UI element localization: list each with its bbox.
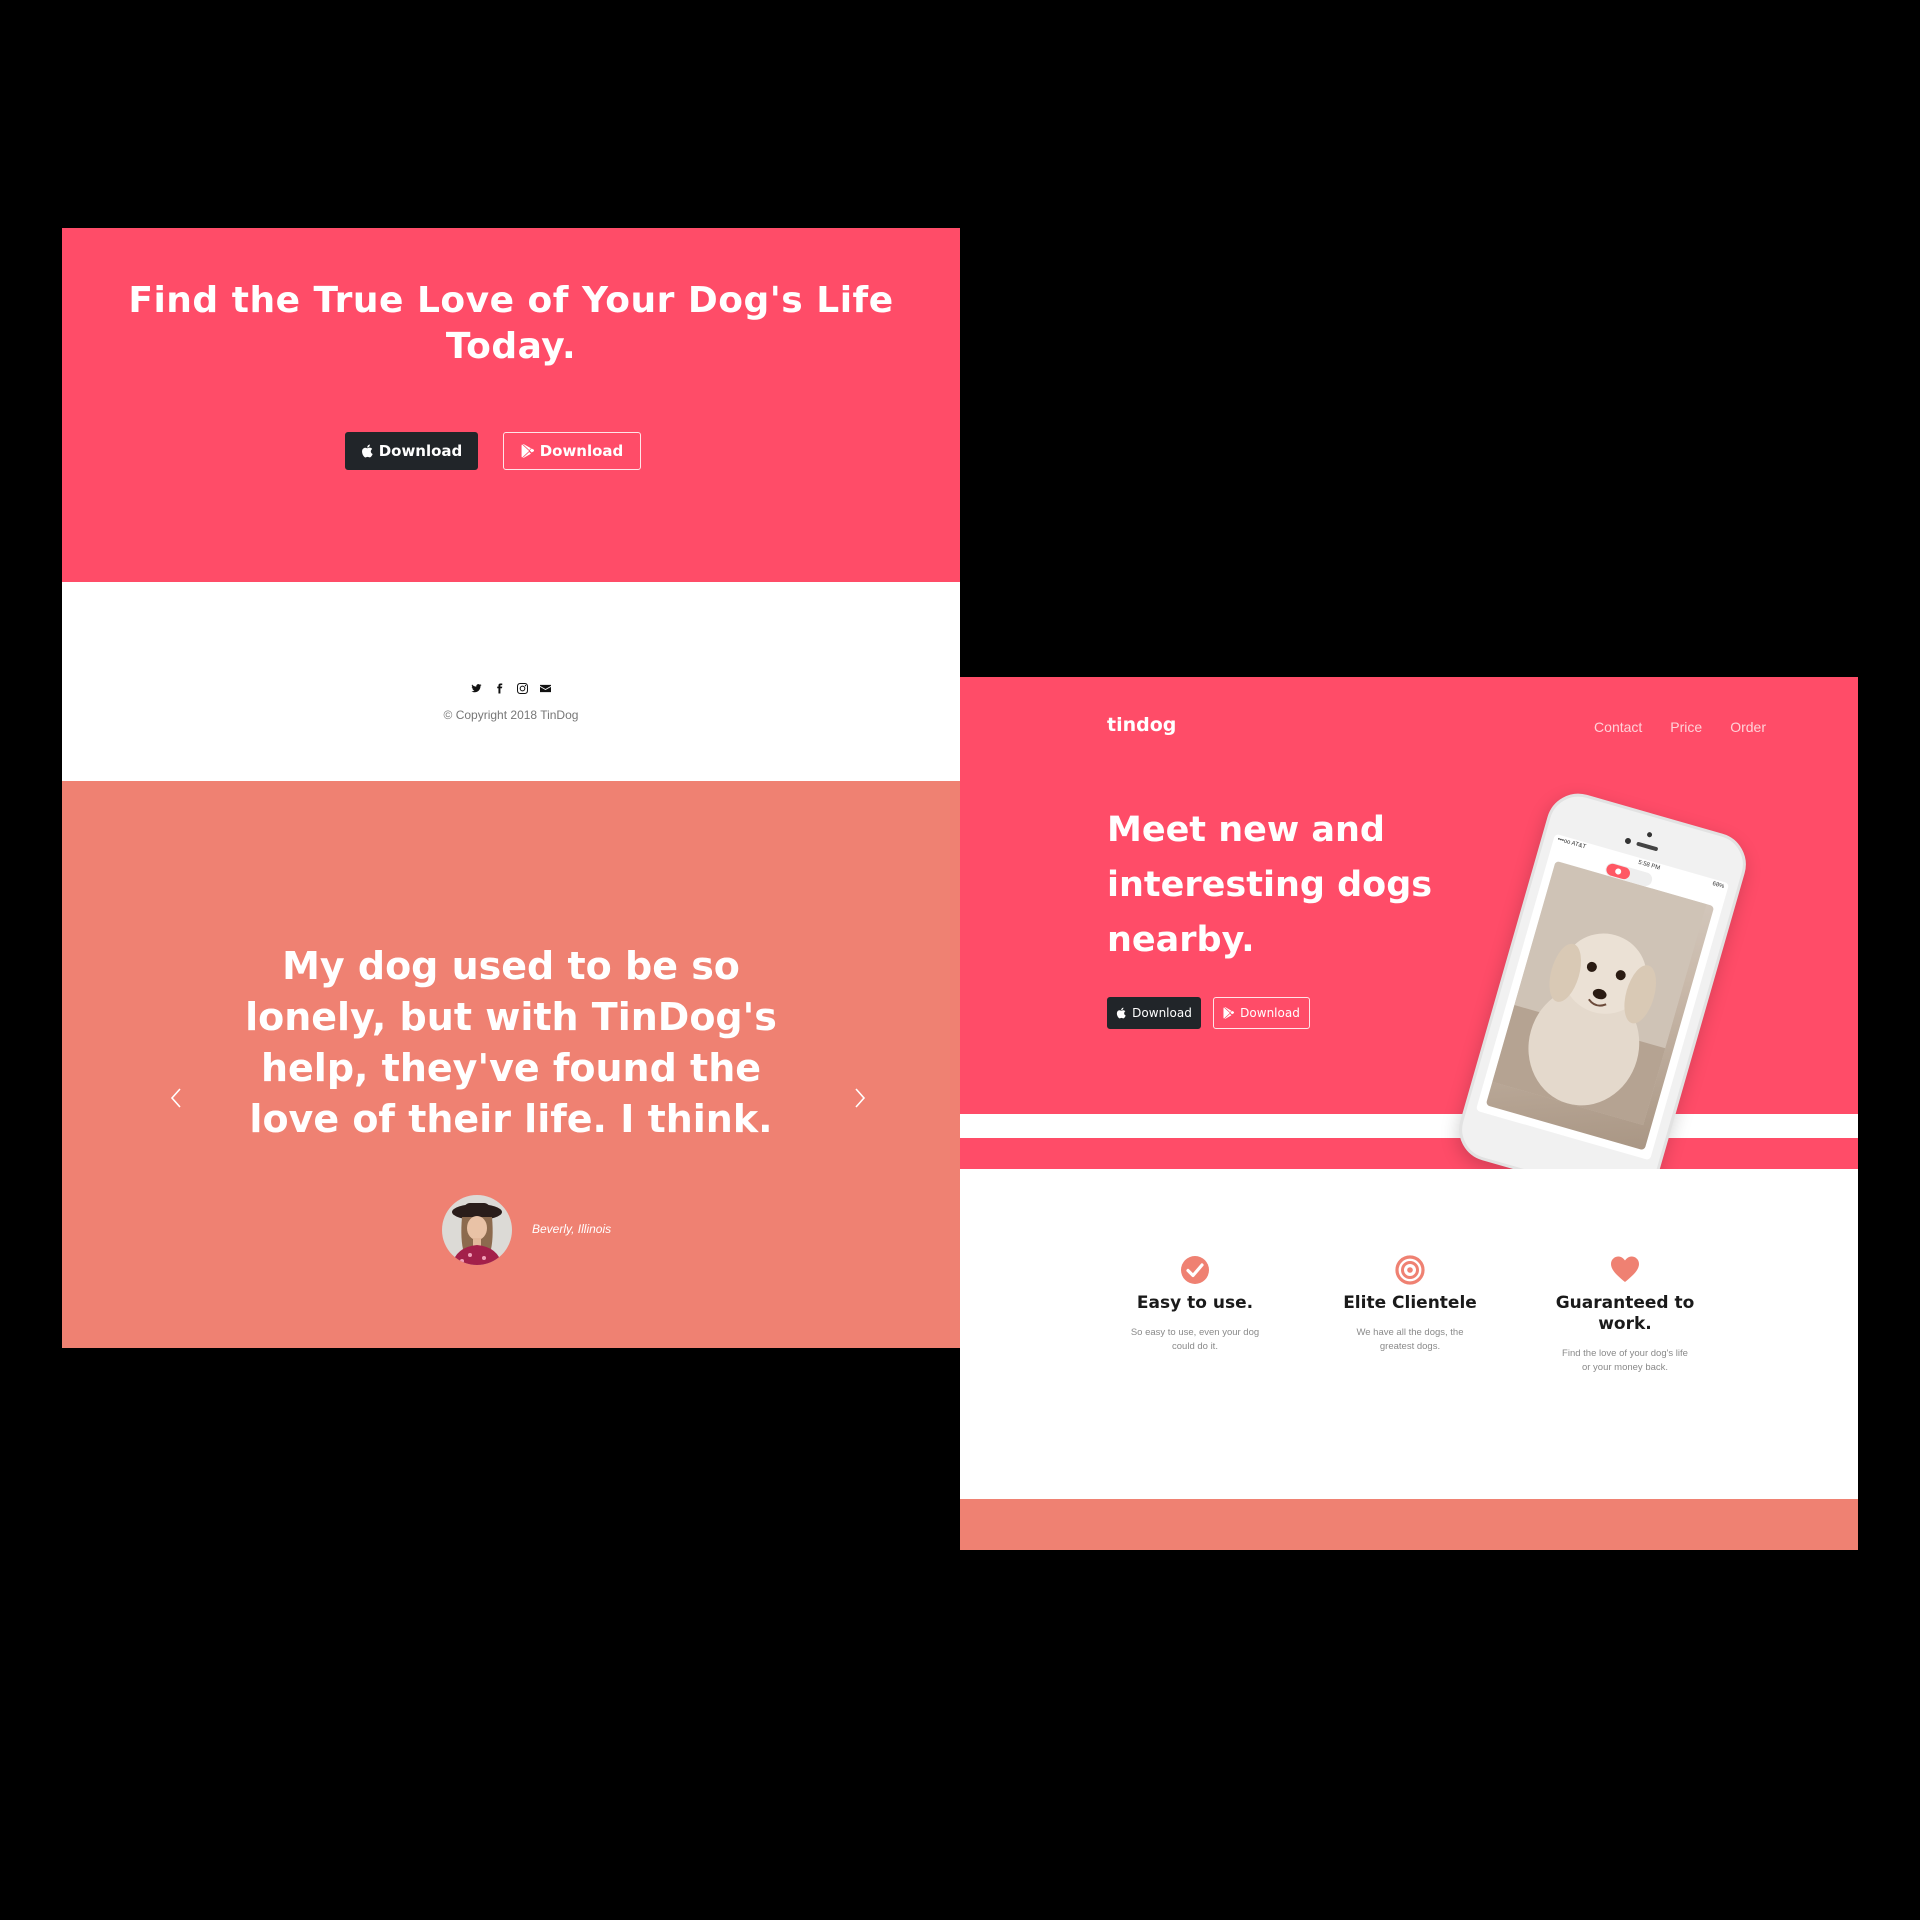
dog-photo	[1485, 860, 1715, 1151]
testimonial-section-preview	[960, 1499, 1858, 1550]
twitter-icon[interactable]	[470, 682, 483, 695]
social-icons	[62, 682, 960, 695]
google-play-download-button[interactable]: Download	[503, 432, 641, 470]
testimonial-carousel: My dog used to be so lonely, but with Ti…	[62, 781, 960, 1348]
facebook-icon[interactable]	[493, 682, 506, 695]
feature-text: So easy to use, even your dog could do i…	[1130, 1327, 1260, 1352]
apple-download-button[interactable]: Download	[345, 432, 478, 470]
left-screenshot-panel: Find the True Love of Your Dog's Life To…	[62, 228, 960, 1348]
features-section: Easy to use. So easy to use, even your d…	[960, 1169, 1858, 1499]
feature-easy-to-use: Easy to use. So easy to use, even your d…	[1115, 1255, 1275, 1354]
bullseye-icon	[1395, 1255, 1425, 1285]
feature-title: Easy to use.	[1136, 1293, 1254, 1313]
right-screenshot-panel: tindog Contact Price Order Meet new and …	[960, 677, 1858, 1550]
testimonial-quote: My dog used to be so lonely, but with Ti…	[245, 944, 777, 1141]
testimonial-avatar	[442, 1195, 512, 1265]
phone-mockup-clip: •••oo AT&T 5:58 PM 68%	[960, 677, 1858, 1169]
carousel-next-arrow[interactable]	[850, 1083, 870, 1113]
apple-icon	[361, 444, 373, 458]
copyright-text: © Copyright 2018 TinDog	[443, 708, 579, 722]
cta-title: Find the True Love of Your Dog's Life To…	[128, 280, 894, 367]
phone-screen: •••oo AT&T 5:58 PM 68%	[1475, 833, 1730, 1161]
battery-label: 68%	[1711, 881, 1725, 891]
chevron-left-icon	[170, 1088, 181, 1108]
cta-section: Find the True Love of Your Dog's Life To…	[62, 228, 960, 582]
feature-text: We have all the dogs, the greatest dogs.	[1356, 1327, 1464, 1352]
iphone-mockup: •••oo AT&T 5:58 PM 68%	[1451, 786, 1754, 1169]
feature-title: Guaranteed to work.	[1555, 1293, 1695, 1334]
envelope-icon[interactable]	[539, 682, 552, 695]
google-play-icon	[521, 444, 534, 458]
feature-guaranteed: Guaranteed to work. Find the love of you…	[1545, 1255, 1705, 1375]
apple-download-label: Download	[378, 442, 463, 460]
feature-title: Elite Clientele	[1343, 1293, 1477, 1313]
heart-icon	[1610, 1255, 1640, 1285]
feature-elite-clientele: Elite Clientele We have all the dogs, th…	[1330, 1255, 1490, 1354]
chevron-right-icon	[855, 1088, 866, 1108]
feature-text: Find the love of your dog's life or your…	[1562, 1348, 1688, 1373]
carousel-prev-arrow[interactable]	[166, 1083, 186, 1113]
testimonial-author: Beverly, Illinois	[532, 1222, 612, 1236]
check-circle-icon	[1180, 1255, 1210, 1285]
instagram-icon[interactable]	[516, 682, 529, 695]
google-download-label: Download	[539, 442, 624, 460]
